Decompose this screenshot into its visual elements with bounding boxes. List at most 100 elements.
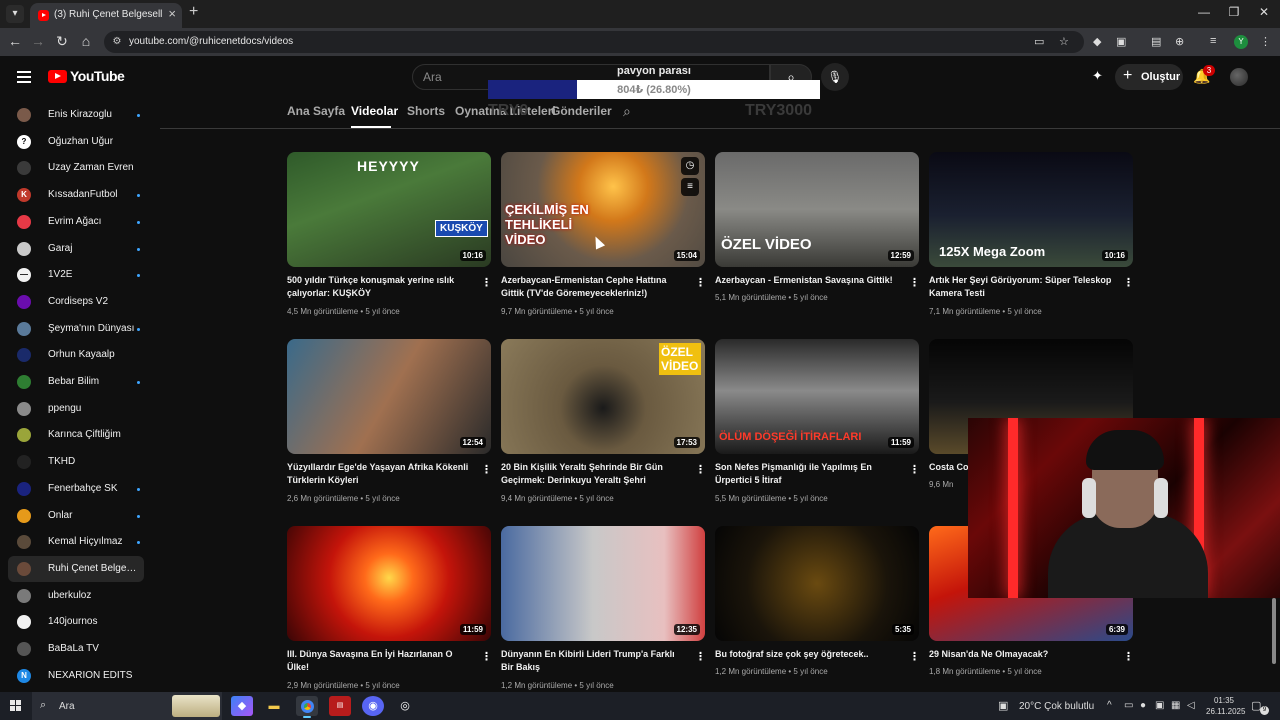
video-more-options-icon[interactable]: ⋮ [481,276,492,289]
tab-search-menu-icon[interactable]: ▾ [6,5,24,23]
video-more-options-icon[interactable]: ⋮ [909,276,920,289]
voice-search-mic-icon[interactable]: 🎙 [821,63,849,91]
video-more-options-icon[interactable]: ⋮ [695,650,706,663]
browser-menu-icon[interactable]: ⋮ [1260,35,1271,48]
media-controls-icon[interactable]: ≡ [1210,35,1216,47]
network-icon[interactable]: ▦ [1171,700,1180,711]
video-more-options-icon[interactable]: ⋮ [909,463,920,476]
create-studio-icon[interactable]: ✦ [1092,68,1103,84]
bookmark-star-icon[interactable]: ☆ [1059,35,1069,48]
video-thumbnail[interactable]: 12:35 [501,526,705,641]
sidebar-item-channel[interactable]: N NEXARİON EDİTS [8,663,144,689]
video-more-options-icon[interactable]: ⋮ [481,463,492,476]
weather-text[interactable]: 20°C Çok bulutlu [1019,701,1094,712]
windows-start-icon[interactable] [10,700,22,712]
volume-icon[interactable]: ◁ [1187,700,1195,711]
stream-app-icon[interactable]: ▤ [329,696,351,716]
sidebar-item-channel[interactable]: Garaj [8,236,144,262]
sidebar-item-channel[interactable]: 140journos [8,609,144,635]
taskbar-search[interactable]: ⌕ Ara [32,692,222,720]
sidebar-item-channel[interactable]: Bebar Bilim [8,369,144,395]
sidebar-item-channel[interactable]: Kemal Hiçyılmaz [8,529,144,555]
site-info-icon[interactable]: ⚙ [110,35,124,49]
video-title[interactable]: Artık Her Şeyi Görüyorum: Süper Teleskop… [929,274,1117,300]
video-thumbnail[interactable]: ÖLÜM DÖŞEĞİ İTİRAFLARI 11:59 [715,339,919,454]
profile-avatar[interactable]: Y [1234,35,1248,49]
extension-car-icon[interactable]: ▤ [1151,35,1161,48]
close-window-icon[interactable]: ✕ [1254,5,1274,19]
add-to-queue-icon[interactable]: ≡ [681,178,699,196]
video-title[interactable]: 29 Nisan'da Ne Olmayacak? [929,648,1117,661]
sidebar-item-channel[interactable]: Orhun Kayaalp [8,342,144,368]
video-title[interactable]: Dünyanın En Kibirli Lideri Trump'a Farkl… [501,648,689,674]
reload-icon[interactable]: ↻ [52,33,72,50]
video-thumbnail[interactable]: ÖZEL VİDEO 17:53 [501,339,705,454]
clock[interactable]: 01:35 26.11.2025 [1206,695,1245,717]
sidebar-item-channel[interactable]: Fenerbahçe SK [8,476,144,502]
discord-icon[interactable]: ◉ [362,696,384,716]
youtube-logo-text[interactable]: YouTube [70,68,125,84]
video-title[interactable]: Yüzyıllardır Ege'de Yaşayan Afrika Köken… [287,461,475,487]
account-avatar[interactable] [1230,68,1248,86]
sidebar-item-channel[interactable]: ppengu [8,396,144,422]
sidebar-item-channel[interactable]: — 1V2E [8,262,144,288]
extensions-puzzle-icon[interactable]: ▣ [1116,35,1126,48]
video-thumbnail[interactable]: 5:35 [715,526,919,641]
extension-sync-icon[interactable]: ⊕ [1175,35,1184,48]
tab-shorts[interactable]: Shorts [407,104,445,118]
minimize-icon[interactable]: — [1194,5,1214,19]
obs-icon[interactable]: ◎ [394,696,416,716]
video-more-options-icon[interactable]: ⋮ [1123,650,1134,663]
video-thumbnail[interactable]: ÖZEL VİDEO 12:59 [715,152,919,267]
chrome-icon[interactable] [296,696,318,718]
video-more-options-icon[interactable]: ⋮ [481,650,492,663]
forward-icon[interactable]: → [28,33,48,49]
watch-later-clock-icon[interactable]: ◷ [681,157,699,175]
video-thumbnail[interactable]: 12:54 [287,339,491,454]
sidebar-item-channel[interactable]: Uzay Zaman Evren [8,155,144,181]
address-bar[interactable]: ⚙ youtube.com/@ruhicenetdocs/videos ▭ ☆ [104,31,1084,53]
video-thumbnail[interactable]: ÇEKİLMİŞ EN TEHLİKELİ VİDEO ◷ ≡ 15:04 [501,152,705,267]
tray-app-icon[interactable]: ▭ [1124,700,1133,711]
video-more-options-icon[interactable]: ⋮ [695,463,706,476]
channel-search-icon[interactable]: ⌕ [623,103,631,120]
sidebar-item-channel[interactable]: BaBaLa TV [8,636,144,662]
sidebar-item-channel[interactable]: uberkuloz [8,583,144,609]
video-title[interactable]: Son Nefes Pişmanlığı ile Yapılmış En Ürp… [715,461,903,487]
back-icon[interactable]: ← [5,33,25,49]
sidebar-item-channel[interactable]: TKHD [8,449,144,475]
tray-chevron-icon[interactable]: ^ [1107,700,1112,711]
video-thumbnail[interactable]: HEYYYY KUŞKÖY 10:16 [287,152,491,267]
sidebar-item-channel[interactable]: ? Oğuzhan Uğur [8,129,144,155]
microphone-icon[interactable]: ● [1140,700,1146,711]
video-title[interactable]: 20 Bin Kişilik Yeraltı Şehrinde Bir Gün … [501,461,689,487]
video-more-options-icon[interactable]: ⋮ [909,650,920,663]
video-title[interactable]: 500 yıldır Türkçe konuşmak yerine ıslık … [287,274,475,300]
hamburger-menu-icon[interactable] [17,71,31,83]
new-tab-icon[interactable]: + [189,3,198,21]
tab-videos[interactable]: Videolar [351,104,398,118]
sidebar-item-channel[interactable]: Evrim Ağacı [8,209,144,235]
sidebar-item-channel[interactable]: Cordiseps V2 [8,289,144,315]
create-button[interactable]: + Oluştur [1115,64,1183,90]
sidebar-item-channel[interactable]: K KıssadanFutbol [8,182,144,208]
extension-diamond-icon[interactable]: ◆ [1093,35,1101,48]
weather-icon[interactable]: ▣ [998,699,1008,712]
video-title[interactable]: Bu fotoğraf size çok şey öğretecek.. [715,648,903,661]
video-title[interactable]: Azerbaycan-Ermenistan Cephe Hattına Gitt… [501,274,689,300]
tray-device-icon[interactable]: ▣ [1155,700,1164,711]
restore-icon[interactable]: ❐ [1224,5,1244,19]
sidebar-item-channel[interactable]: Onlar [8,503,144,529]
video-thumbnail[interactable]: 11:59 [287,526,491,641]
sidebar-item-channel[interactable]: Karınca Çiftliğim [8,422,144,448]
browser-tab[interactable]: (3) Ruhi Çenet Belgeselleri - Yo × [30,3,182,28]
sidebar-item-channel[interactable]: Enis Kirazoglu [8,102,144,128]
sidebar-item-channel[interactable]: Ruhi Çenet Belgese... [8,555,144,582]
video-more-options-icon[interactable]: ⋮ [695,276,706,289]
tab-home[interactable]: Ana Sayfa [287,104,345,118]
tab-close-icon[interactable]: × [168,6,176,21]
youtube-logo-icon[interactable] [48,70,67,83]
copilot-icon[interactable]: ◆ [231,696,253,716]
sidebar-item-channel[interactable]: Şeyma'nın Dünyası [8,316,144,342]
video-title[interactable]: III. Dünya Savaşına En İyi Hazırlanan O … [287,648,475,674]
